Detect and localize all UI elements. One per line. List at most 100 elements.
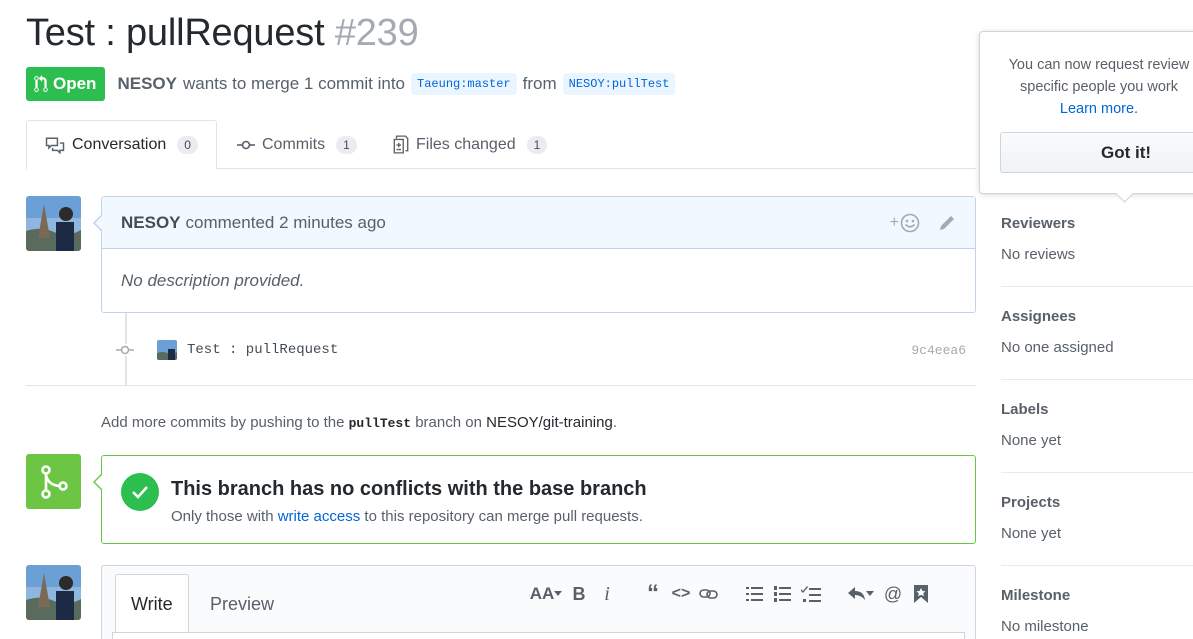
tab-conversation-label: Conversation (72, 136, 167, 153)
pr-tabs: Conversation 0 Commits 1 Files changed 1 (26, 120, 976, 170)
sidebar-assignees: Assignees No one assigned (1001, 308, 1193, 356)
hint-prefix: Add more commits by pushing to the (101, 414, 345, 431)
check-icon (132, 486, 148, 499)
popover-line1: You can now request review (1008, 57, 1190, 73)
git-pull-request-icon (34, 75, 48, 92)
author-link[interactable]: NESOY (117, 74, 177, 94)
italic-button[interactable]: i (593, 583, 621, 606)
state-label: Open (53, 74, 97, 93)
pr-title-text: Test : pullRequest (26, 12, 325, 54)
sidebar-divider (1001, 472, 1193, 473)
comment-body: No description provided. (121, 271, 305, 290)
projects-heading[interactable]: Projects (1001, 494, 1193, 511)
avatar[interactable] (26, 196, 81, 251)
add-reaction-button[interactable]: + (890, 213, 920, 233)
check-circle (121, 473, 159, 511)
commit-sha[interactable]: 9c4eea6 (911, 343, 966, 358)
comment-time[interactable]: commented 2 minutes ago (186, 213, 386, 233)
tab-files-count: 1 (526, 135, 548, 154)
milestone-value: No milestone (1001, 618, 1089, 635)
state-badge-open: Open (26, 67, 106, 101)
link-icon[interactable] (695, 587, 723, 601)
sidebar-milestone: Milestone No milestone (1001, 587, 1193, 635)
merge-status-title: This branch has no conflicts with the ba… (171, 478, 647, 500)
git-commit-icon (237, 140, 255, 149)
merge-status-box: This branch has no conflicts with the ba… (93, 455, 976, 544)
write-access-link[interactable]: write access (278, 508, 361, 525)
comment-author[interactable]: NESOY (121, 213, 181, 233)
got-it-button[interactable]: Got it! (1000, 132, 1193, 173)
sidebar-divider (1001, 565, 1193, 566)
git-commit-icon (115, 344, 135, 356)
tab-conversation[interactable]: Conversation 0 (26, 120, 217, 170)
tab-preview[interactable]: Preview (195, 574, 289, 634)
comment-textarea[interactable] (112, 632, 965, 639)
merge-sub-suffix: to this repository can merge pull reques… (364, 508, 643, 525)
base-branch[interactable]: Taeung:master (411, 73, 517, 95)
markdown-toolbar: AA B i “ <> @ (527, 580, 935, 608)
popover-text: You can now request review specific peop… (980, 54, 1193, 120)
commit-message[interactable]: Test : pullRequest (187, 342, 338, 358)
tab-commits[interactable]: Commits 1 (219, 120, 375, 169)
sidebar-projects: Projects None yet (1001, 494, 1193, 542)
git-merge-icon (40, 464, 68, 499)
tab-commits-label: Commits (262, 135, 326, 153)
tab-files-changed[interactable]: Files changed 1 (375, 120, 565, 169)
comment-header: NESOY commented 2 minutes ago + (102, 197, 975, 249)
learn-more-link[interactable]: Learn more. (1060, 101, 1138, 117)
tab-commits-count: 1 (336, 135, 357, 154)
saved-reply-icon[interactable] (907, 585, 935, 603)
reviewers-heading[interactable]: Reviewers (1001, 215, 1193, 232)
merge-status-icon-box (26, 454, 81, 509)
avatar-image (26, 196, 81, 251)
merge-sub-prefix: Only those with (171, 508, 274, 525)
commit-author-avatar[interactable] (157, 340, 177, 360)
assignees-value: No one assigned (1001, 339, 1114, 356)
mention-button[interactable]: @ (879, 584, 907, 605)
head-branch[interactable]: NESOY:pullTest (562, 73, 676, 95)
reply-button[interactable] (843, 587, 879, 601)
quote-icon[interactable]: “ (639, 580, 667, 608)
tab-files-label: Files changed (416, 135, 516, 153)
projects-value: None yet (1001, 525, 1062, 542)
hint-repo[interactable]: NESOY/git-training (486, 414, 613, 431)
merge-status-subtext: Only those with write access to this rep… (171, 508, 643, 525)
review-request-popover: You can now request review specific peop… (979, 31, 1193, 194)
avatar[interactable] (26, 565, 81, 620)
smiley-icon (900, 213, 920, 232)
sidebar-labels: Labels None yet (1001, 401, 1193, 449)
comment-discussion-icon (45, 136, 65, 154)
unordered-list-icon[interactable] (741, 586, 769, 602)
avatar-image (26, 565, 81, 620)
reply-icon (848, 587, 865, 600)
reviewers-value: No reviews (1001, 246, 1076, 263)
popover-line2: specific people you work (1020, 79, 1178, 95)
caret-down-icon (554, 591, 563, 596)
assignees-heading[interactable]: Assignees (1001, 308, 1193, 325)
labels-heading[interactable]: Labels (1001, 401, 1193, 418)
sidebar-divider (1001, 379, 1193, 380)
ordered-list-icon[interactable] (769, 586, 797, 602)
push-hint: Add more commits by pushing to the pullT… (101, 414, 617, 431)
commit-row: Test : pullRequest 9c4eea6 (115, 336, 966, 364)
timeline-divider (26, 385, 976, 386)
task-list-icon[interactable] (797, 586, 825, 602)
caret-down-icon (866, 591, 874, 596)
code-icon[interactable]: <> (667, 585, 695, 603)
tab-write[interactable]: Write (115, 574, 189, 634)
text-size-button[interactable]: AA (527, 584, 565, 604)
comment-box: NESOY commented 2 minutes ago + No descr… (93, 196, 976, 313)
hint-branch: pullTest (348, 416, 412, 431)
pencil-icon[interactable] (938, 214, 956, 232)
hint-middle: branch on (415, 414, 482, 431)
tab-conversation-count: 0 (177, 136, 198, 154)
labels-value: None yet (1001, 432, 1062, 449)
reaction-plus: + (889, 213, 899, 231)
bold-button[interactable]: B (565, 584, 593, 605)
comment-editor: Write Preview AA B i “ <> @ (101, 565, 976, 639)
from-text: from (522, 74, 557, 93)
merge-text: wants to merge 1 commit into (182, 74, 406, 93)
pr-number: #239 (334, 12, 419, 54)
hint-suffix: . (612, 414, 617, 431)
milestone-heading[interactable]: Milestone (1001, 587, 1193, 604)
